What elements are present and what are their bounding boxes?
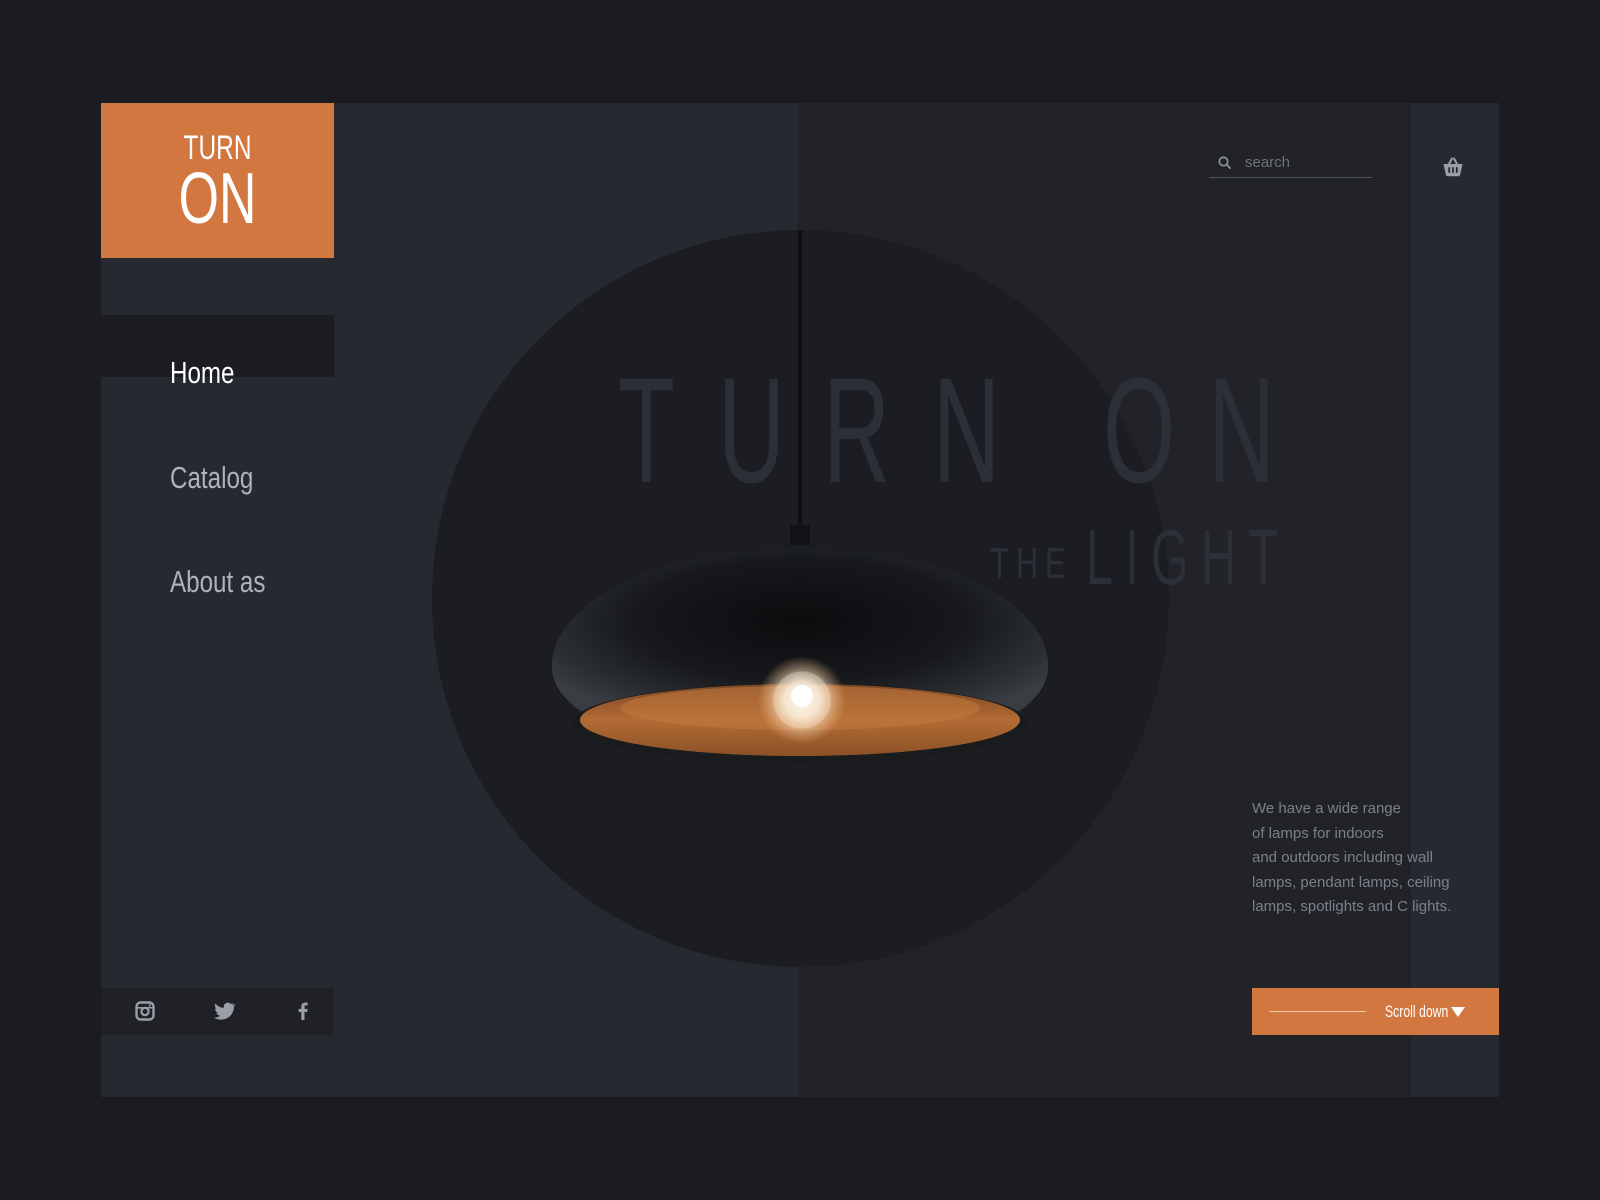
nav-item-about[interactable]: About as bbox=[170, 564, 265, 600]
description-line: of lamps for indoors bbox=[1252, 824, 1384, 842]
brand-logo[interactable]: TURN ON bbox=[101, 103, 334, 258]
description-line: lamps, spotlights and C lights. bbox=[1252, 898, 1452, 915]
search-input[interactable] bbox=[1245, 154, 1365, 171]
scroll-line bbox=[1269, 1011, 1366, 1012]
twitter-icon[interactable] bbox=[212, 999, 236, 1023]
scroll-down-button[interactable]: Scroll down bbox=[1252, 988, 1499, 1035]
instagram-icon[interactable] bbox=[133, 999, 157, 1023]
facebook-icon[interactable] bbox=[291, 999, 315, 1023]
description-line: lamps, pendant lamps, ceiling bbox=[1252, 873, 1450, 891]
description-text: We have a wide range of lamps for indoor… bbox=[1252, 797, 1482, 920]
hero-subtitle-large: LIGHT bbox=[1086, 513, 1291, 601]
scroll-down-label: Scroll down bbox=[1385, 1002, 1449, 1021]
search-icon bbox=[1218, 156, 1231, 169]
description-line: and outdoors including wall bbox=[1252, 849, 1433, 866]
nav-item-catalog[interactable]: Catalog bbox=[170, 460, 253, 496]
brand-logo-line2: ON bbox=[178, 159, 257, 239]
arrow-down-icon bbox=[1451, 1007, 1465, 1017]
nav-item-home[interactable]: Home bbox=[170, 355, 235, 391]
search-box[interactable] bbox=[1209, 150, 1372, 178]
basket-icon[interactable] bbox=[1441, 155, 1465, 179]
right-strip bbox=[1411, 103, 1499, 1097]
hero-title-letter: O bbox=[1103, 346, 1176, 514]
description-line: We have a wide range bbox=[1252, 800, 1401, 817]
pendant-lamp-image bbox=[551, 230, 1049, 763]
hero-title-letter: N bbox=[1208, 346, 1276, 514]
lamp-cord bbox=[798, 230, 802, 528]
